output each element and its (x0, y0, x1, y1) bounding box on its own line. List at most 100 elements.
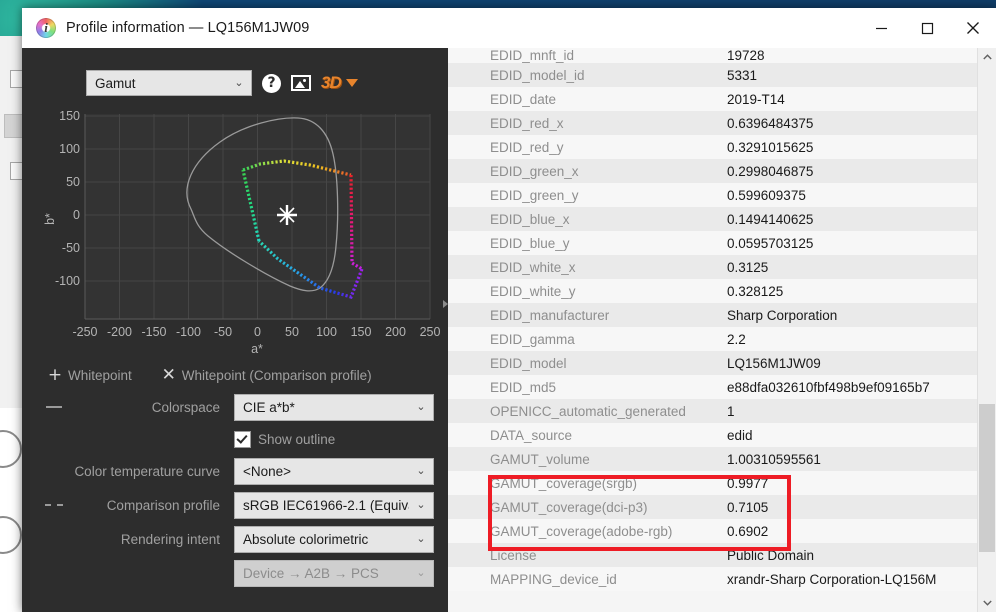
metadata-value: e88dfa032610fbf498b9ef09165b7 (727, 379, 930, 395)
metadata-table-viewport: EDID_mnft_id 19728 EDID_model_id 5331 EDID_d… (448, 48, 978, 612)
color-temperature-curve-value: <None> (243, 463, 292, 479)
table-row[interactable]: EDID_white_y 0.328125 (448, 279, 978, 303)
metadata-table: EDID_mnft_id 19728 EDID_model_id 5331 EDID_d… (448, 48, 978, 591)
metadata-key: License (490, 547, 537, 563)
window-body: Gamut ⌄ ? 3D 150 100 50 0 -50 -100 -250 … (22, 48, 996, 612)
metadata-key: OPENICC_automatic_generated (490, 403, 686, 419)
whitepoint-legend-row: + Whitepoint ✕ Whitepoint (Comparison pr… (42, 360, 434, 390)
metadata-value: Public Domain (727, 547, 815, 563)
profile-metadata-pane: EDID_mnft_id 19728 EDID_model_id 5331 EDID_d… (448, 48, 996, 612)
scrollbar-thumb[interactable] (979, 404, 995, 552)
svg-text:0: 0 (73, 208, 80, 222)
metadata-key: EDID_white_x (490, 259, 576, 275)
metadata-value: 0.9977 (727, 475, 769, 491)
svg-text:-150: -150 (141, 325, 166, 339)
metadata-key: DATA_source (490, 427, 573, 443)
metadata-value: 0.328125 (727, 283, 784, 299)
comparison-profile-value: sRGB IEC61966-2.1 (Equiva (243, 497, 409, 513)
table-row[interactable]: EDID_gamma 2.2 (448, 327, 978, 351)
x-tick-labels: -250 -200 -150 -100 -50 0 50 100 150 200… (72, 325, 440, 339)
metadata-value: 0.1494140625 (727, 211, 814, 227)
color-temperature-curve-row: Color temperature curve <None> ⌄ (42, 454, 434, 488)
whitepoint-comparison-x-icon: ✕ (161, 365, 176, 385)
comparison-profile-select[interactable]: sRGB IEC61966-2.1 (Equiva ⌄ (234, 491, 434, 519)
svg-text:-100: -100 (176, 325, 201, 339)
comparison-profile-row: Comparison profile sRGB IEC61966-2.1 (Eq… (42, 488, 434, 522)
colorspace-select[interactable]: CIE a*b* ⌄ (234, 393, 434, 421)
comparison-profile-label: Comparison profile (106, 497, 220, 513)
chevron-down-icon: ⌄ (416, 464, 426, 477)
svg-text:100: 100 (59, 142, 80, 156)
svg-text:50: 50 (66, 175, 80, 189)
metadata-value: 0.7105 (727, 499, 769, 515)
save-image-button[interactable] (291, 75, 311, 91)
table-row[interactable]: GAMUT_coverage(dci-p3) 0.7105 (448, 495, 978, 519)
table-row[interactable]: EDID_md5 e88dfa032610fbf498b9ef09165b7 (448, 375, 978, 399)
svg-text:-250: -250 (72, 325, 97, 339)
whitepoint-label[interactable]: Whitepoint (68, 368, 132, 383)
rendering-intent-row: Rendering intent Absolute colorimetric ⌄ (42, 522, 434, 556)
table-row[interactable]: GAMUT_coverage(adobe-rgb) 0.6902 (448, 519, 978, 543)
metadata-value: 1 (727, 403, 735, 419)
metadata-key: EDID_green_x (490, 163, 579, 179)
table-row[interactable]: EDID_green_y 0.599609375 (448, 183, 978, 207)
close-button[interactable] (950, 8, 996, 48)
maximize-button[interactable] (904, 8, 950, 48)
metadata-value: Sharp Corporation (727, 307, 838, 323)
help-button[interactable]: ? (262, 73, 281, 93)
table-row[interactable]: EDID_white_x 0.3125 (448, 255, 978, 279)
metadata-key: EDID_blue_y (490, 235, 570, 251)
metadata-key: EDID_white_y (490, 283, 576, 299)
table-row[interactable]: EDID_blue_x 0.1494140625 (448, 207, 978, 231)
rendering-intent-label: Rendering intent (120, 531, 220, 547)
title-bar[interactable]: Profile information — LQ156M1JW09 (22, 8, 996, 48)
colorspace-row: Colorspace CIE a*b* ⌄ (42, 390, 434, 424)
metadata-value: 0.6902 (727, 523, 769, 539)
metadata-key: GAMUT_volume (490, 451, 590, 467)
table-row[interactable]: EDID_mnft_id 19728 (448, 48, 978, 63)
whitepoint-marker (277, 205, 297, 225)
show-outline-label[interactable]: Show outline (258, 432, 335, 447)
threed-view-button[interactable]: 3D (321, 73, 358, 93)
metadata-value: LQ156M1JW09 (727, 355, 821, 371)
table-row[interactable]: EDID_date 2019-T14 (448, 87, 978, 111)
table-row[interactable]: EDID_manufacturer Sharp Corporation (448, 303, 978, 327)
metadata-value: 2.2 (727, 331, 746, 347)
bottom-status-strip (22, 598, 996, 612)
table-row[interactable]: License Public Domain (448, 543, 978, 567)
minimize-button[interactable] (858, 8, 904, 48)
svg-text:50: 50 (285, 325, 299, 339)
metadata-key: EDID_model_id (490, 67, 585, 83)
window-title: Profile information — LQ156M1JW09 (66, 20, 310, 36)
y-axis-label: b* (43, 213, 57, 225)
rendering-intent-select[interactable]: Absolute colorimetric ⌄ (234, 525, 434, 553)
metadata-value: 5331 (727, 67, 758, 83)
table-row[interactable]: EDID_red_x 0.6396484375 (448, 111, 978, 135)
gamut-chart[interactable]: 150 100 50 0 -50 -100 -250 -200 -150 -10… (40, 106, 440, 356)
table-row[interactable]: EDID_green_x 0.2998046875 (448, 159, 978, 183)
color-temperature-curve-label: Color temperature curve (74, 463, 220, 479)
chevron-down-icon: ⌄ (416, 400, 426, 413)
view-select-value: Gamut (95, 75, 136, 91)
profile-information-window: Profile information — LQ156M1JW09 Gamut … (22, 8, 996, 612)
table-row[interactable]: EDID_model LQ156M1JW09 (448, 351, 978, 375)
metadata-scrollbar[interactable] (977, 48, 996, 612)
table-row[interactable]: EDID_model_id 5331 (448, 63, 978, 87)
color-temperature-curve-select[interactable]: <None> ⌄ (234, 457, 434, 485)
chevron-down-icon: ⌄ (234, 76, 244, 89)
table-row[interactable]: MAPPING_device_id xrandr-Sharp Corporatio… (448, 567, 978, 591)
table-row[interactable]: DATA_source edid (448, 423, 978, 447)
table-row[interactable]: OPENICC_automatic_generated 1 (448, 399, 978, 423)
table-row[interactable]: EDID_blue_y 0.0595703125 (448, 231, 978, 255)
show-outline-checkbox[interactable] (234, 430, 251, 448)
whitepoint-comparison-label[interactable]: Whitepoint (Comparison profile) (182, 368, 372, 383)
view-select[interactable]: Gamut ⌄ (86, 70, 252, 96)
table-row[interactable]: EDID_red_y 0.3291015625 (448, 135, 978, 159)
table-row[interactable]: GAMUT_coverage(srgb) 0.9977 (448, 471, 978, 495)
help-icon: ? (262, 73, 281, 93)
scroll-up-arrow-icon[interactable] (978, 48, 996, 66)
chevron-down-icon: ⌄ (416, 498, 426, 511)
metadata-key: EDID_gamma (490, 331, 575, 347)
metadata-value: 0.6396484375 (727, 115, 814, 131)
table-row[interactable]: GAMUT_volume 1.00310595561 (448, 447, 978, 471)
